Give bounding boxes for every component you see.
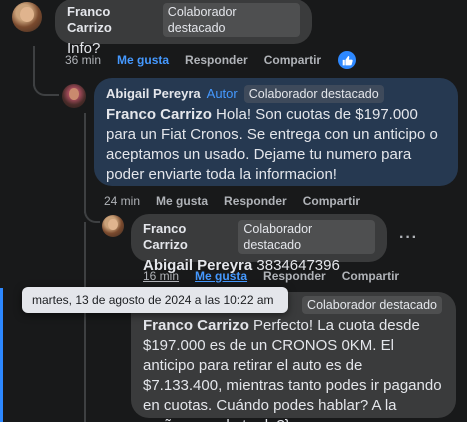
share-button[interactable]: Compartir [342,269,399,283]
comment-bubble: Franco Carrizo Colaborador destacado Abi… [131,214,387,274]
comment-actions: 24 min Me gusta Responder Compartir [104,194,360,208]
comment-author[interactable]: Franco Carrizo [143,221,232,253]
like-button[interactable]: Me gusta [117,53,169,67]
comment-actions: 36 min Me gusta Responder Compartir [65,53,321,67]
share-button[interactable]: Compartir [264,53,321,67]
comment-time[interactable]: 24 min [104,194,140,208]
more-options-icon[interactable]: ··· [399,229,418,247]
like-reaction-icon[interactable] [338,51,356,69]
comment-time[interactable]: 16 min [143,269,179,283]
reply-button[interactable]: Responder [224,194,287,208]
share-button[interactable]: Compartir [303,194,360,208]
like-button[interactable]: Me gusta [195,269,247,283]
avatar[interactable] [102,215,124,237]
author-label: Autor [206,86,238,101]
top-contributor-badge: Colaborador destacado [243,85,384,103]
comment-author[interactable]: Abigail Pereyra [106,86,201,102]
thread-line [33,46,35,86]
comment-text: Franco Carrizo Perfecto! La cuota desde … [143,316,444,422]
top-contributor-badge: Colaborador destacado [302,296,442,314]
mention[interactable]: Franco Carrizo [106,106,212,123]
comment-bubble: Abigail Pereyra Autor Colaborador destac… [94,78,458,186]
top-contributor-badge: Colaborador destacado [162,3,300,37]
reply-button[interactable]: Responder [263,269,326,283]
top-contributor-badge: Colaborador destacado [238,220,375,254]
avatar[interactable] [62,84,86,108]
timestamp-tooltip: martes, 13 de agosto de 2024 a las 10:22… [22,287,288,313]
comment-author[interactable]: Franco Carrizo [67,4,157,36]
mention[interactable]: Franco Carrizo [143,317,249,334]
like-button[interactable]: Me gusta [156,194,208,208]
thread-curve [84,211,100,223]
thread-line [84,222,86,422]
thread-curve [33,84,59,96]
reply-button[interactable]: Responder [185,53,248,67]
comment-text: Franco Carrizo Hola! Son cuotas de $197.… [106,105,446,185]
comment-bubble: Franco Carrizo Colaborador destacado Inf… [55,0,312,57]
comment-actions: 16 min Me gusta Responder Compartir [143,269,399,283]
comment-time[interactable]: 36 min [65,53,101,67]
focus-indicator [0,288,3,422]
thread-line [84,113,86,213]
avatar[interactable] [12,2,42,32]
